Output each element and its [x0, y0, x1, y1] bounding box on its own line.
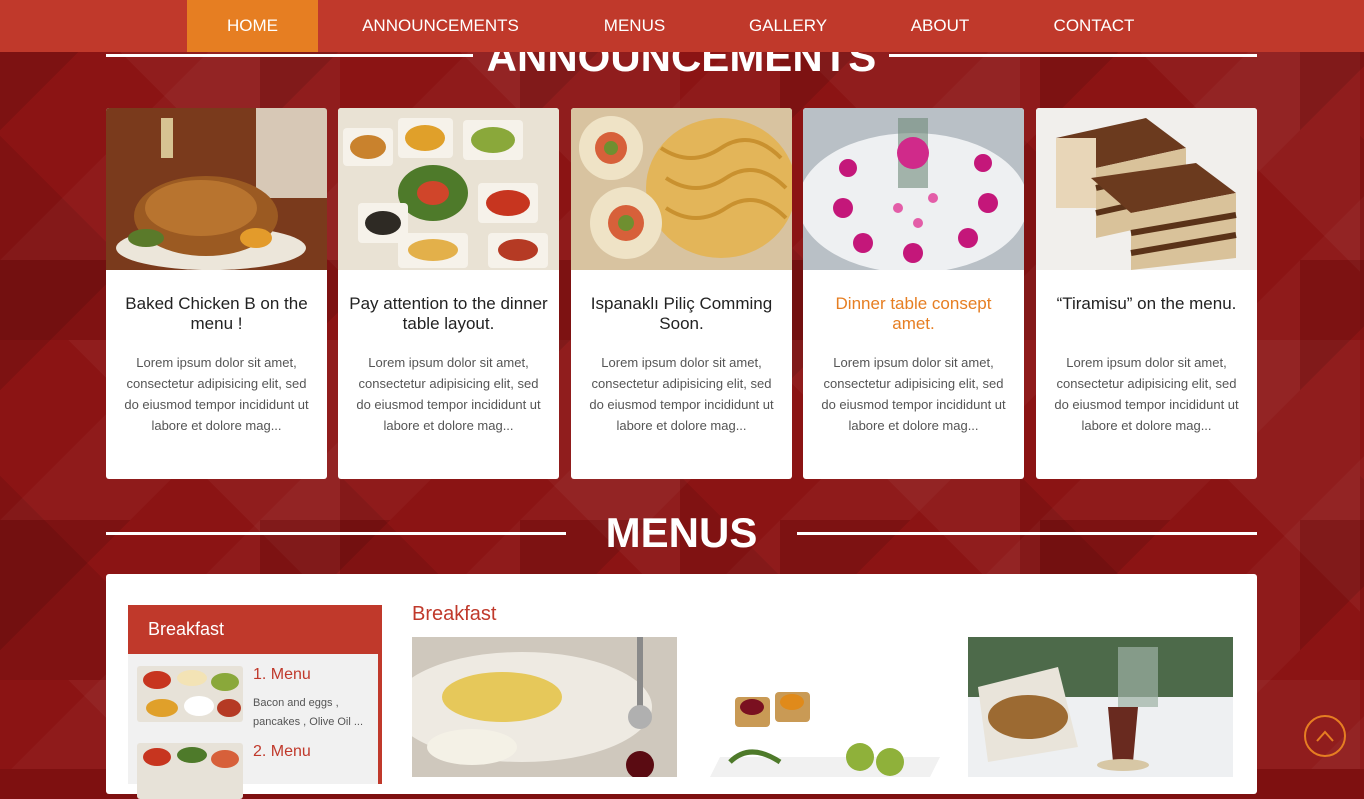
menu-list-item[interactable]: 2. Menu [137, 743, 372, 799]
meze-table-photo [338, 108, 559, 270]
menu-tab-label: Breakfast [148, 619, 225, 639]
card-title[interactable]: “Tiramisu” on the menu. [1046, 294, 1247, 314]
top-navbar: HOME ANNOUNCEMENTS MENUS GALLERY ABOUT C… [0, 0, 1364, 52]
menu-item-desc: Bacon and eggs , pancakes , Olive Oil ..… [253, 697, 364, 728]
breakfast-photo-2 [690, 637, 955, 777]
nav-gallery[interactable]: GALLERY [727, 0, 849, 52]
announcement-card[interactable]: Ispanaklı Piliç Comming Soon. Lorem ipsu… [571, 108, 792, 479]
announcement-card[interactable]: Pay attention to the dinner table layout… [338, 108, 559, 479]
pasta-rolls-photo [571, 108, 792, 270]
menu-thumbnail [137, 743, 243, 799]
card-excerpt: Lorem ipsum dolor sit amet, consectetur … [821, 355, 1006, 433]
card-excerpt: Lorem ipsum dolor sit amet, consectetur … [356, 355, 541, 433]
card-title[interactable]: Baked Chicken B on the menu ! [116, 294, 317, 334]
menu-content-heading: Breakfast [412, 603, 497, 625]
announcement-card[interactable]: Dinner table consept amet. Lorem ipsum d… [803, 108, 1024, 479]
roast-chicken-photo [106, 108, 327, 270]
card-title[interactable]: Dinner table consept amet. [813, 294, 1014, 334]
menu-list-item[interactable]: 1. Menu Bacon and eggs , pancakes , Oliv… [137, 666, 372, 728]
nav-home[interactable]: HOME [187, 0, 318, 52]
breakfast-photo-3 [968, 637, 1233, 777]
scroll-top-button[interactable] [1304, 715, 1346, 757]
card-excerpt: Lorem ipsum dolor sit amet, consectetur … [1054, 355, 1239, 433]
card-title[interactable]: Ispanaklı Piliç Comming Soon. [581, 294, 782, 334]
menu-tab-breakfast[interactable]: Breakfast [128, 605, 382, 654]
chevron-up-icon [1316, 730, 1334, 742]
dinner-table-photo [803, 108, 1024, 270]
breakfast-photo-1 [412, 637, 677, 777]
nav-contact[interactable]: CONTACT [1030, 0, 1158, 52]
tiramisu-photo [1036, 108, 1257, 270]
menu-item-name: 2. Menu [253, 743, 311, 760]
nav-announcements[interactable]: ANNOUNCEMENTS [340, 0, 541, 52]
card-title[interactable]: Pay attention to the dinner table layout… [348, 294, 549, 334]
card-excerpt: Lorem ipsum dolor sit amet, consectetur … [124, 355, 309, 433]
nav-menus[interactable]: MENUS [582, 0, 687, 52]
menu-item-name: 1. Menu [253, 666, 311, 683]
menu-thumbnail [137, 666, 243, 722]
menu-list: 1. Menu Bacon and eggs , pancakes , Oliv… [128, 654, 382, 799]
announcement-card[interactable]: Baked Chicken B on the menu ! Lorem ipsu… [106, 108, 327, 479]
card-excerpt: Lorem ipsum dolor sit amet, consectetur … [589, 355, 774, 433]
nav-about[interactable]: ABOUT [890, 0, 990, 52]
announcement-card[interactable]: “Tiramisu” on the menu. Lorem ipsum dolo… [1036, 108, 1257, 479]
menus-title: MENUS [605, 509, 758, 556]
